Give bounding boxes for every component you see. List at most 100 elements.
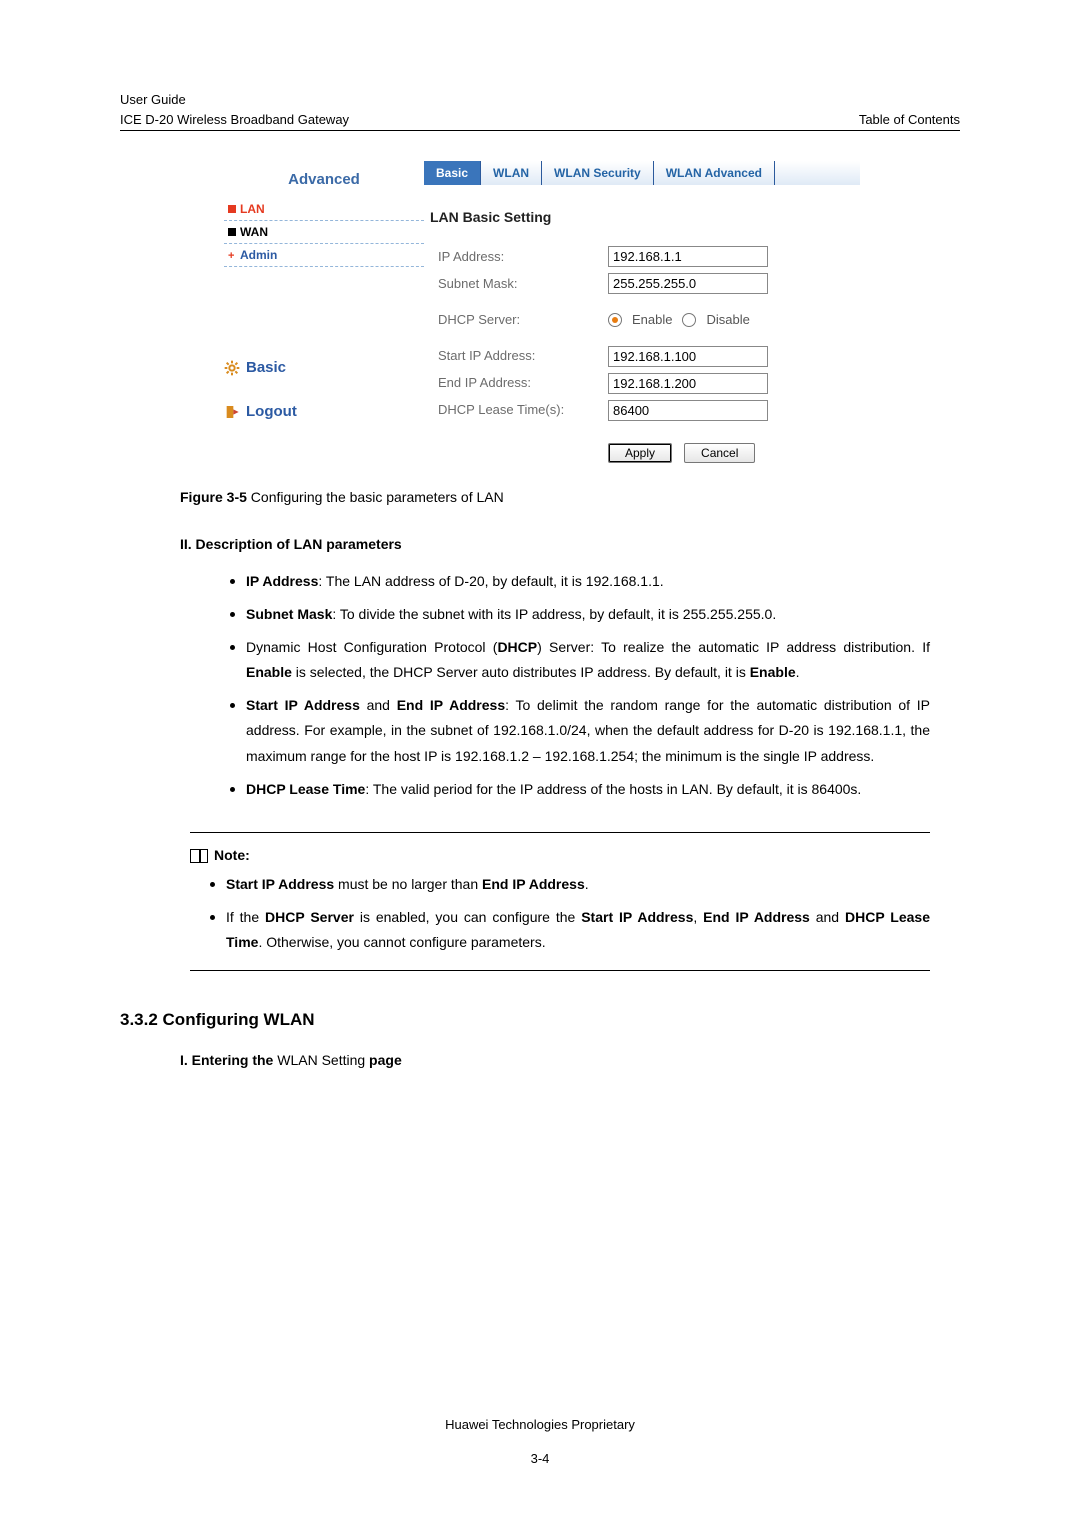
input-lease-time[interactable]	[608, 400, 768, 421]
row-ip: IP Address:	[438, 246, 860, 267]
router-ui-screenshot: Advanced LAN WAN +Admin Basic Logout Bas…	[220, 161, 860, 463]
figure-text: Configuring the basic parameters of LAN	[247, 489, 504, 505]
desc: ,	[693, 909, 703, 925]
row-lease: DHCP Lease Time(s):	[438, 400, 860, 421]
label-subnet-mask: Subnet Mask:	[438, 274, 608, 294]
heading-I: I. Entering the WLAN Setting page	[180, 1050, 960, 1071]
input-subnet-mask[interactable]	[608, 273, 768, 294]
list-item: Start IP Address and End IP Address: To …	[230, 693, 930, 769]
desc: : The LAN address of D-20, by default, i…	[318, 573, 663, 589]
row-end-ip: End IP Address:	[438, 373, 860, 394]
gear-icon	[224, 360, 240, 376]
desc: is enabled, you can configure the	[354, 909, 581, 925]
header-rule	[120, 130, 960, 131]
label-ip-address: IP Address:	[438, 247, 608, 267]
term: DHCP Server	[265, 909, 354, 925]
logout-icon	[224, 404, 240, 420]
header-title-2: ICE D-20 Wireless Broadband Gateway	[120, 110, 349, 130]
cancel-button[interactable]: Cancel	[684, 443, 755, 463]
row-start-ip: Start IP Address:	[438, 346, 860, 367]
row-mask: Subnet Mask:	[438, 273, 860, 294]
desc: : To divide the subnet with its IP addre…	[332, 606, 776, 622]
term: End IP Address	[482, 876, 585, 892]
radio-disable-label: Disable	[706, 310, 749, 330]
note-label-text: Note:	[214, 845, 250, 866]
radio-enable-label: Enable	[632, 310, 672, 330]
footer-proprietary: Huawei Technologies Proprietary	[0, 1415, 1080, 1435]
note-heading: Note:	[190, 845, 960, 866]
label-start-ip: Start IP Address:	[438, 346, 608, 366]
button-row: Apply Cancel	[608, 443, 860, 463]
header-right: Table of Contents	[859, 110, 960, 130]
label-dhcp-server: DHCP Server:	[438, 310, 608, 330]
desc: . Otherwise, you cannot configure parame…	[258, 934, 545, 950]
tab-wlan-security[interactable]: WLAN Security	[542, 161, 654, 185]
desc: is selected, the DHCP Server auto distri…	[292, 664, 750, 680]
list-item: DHCP Lease Time: The valid period for th…	[230, 777, 930, 802]
note-rule-bottom	[190, 970, 930, 971]
tab-label: Basic	[436, 164, 468, 182]
tab-basic[interactable]: Basic	[424, 161, 481, 185]
desc: and	[810, 909, 845, 925]
tab-label: WLAN Advanced	[666, 164, 762, 182]
note-rule-top	[190, 832, 930, 833]
panel-title: LAN Basic Setting	[430, 207, 860, 228]
list-item: Subnet Mask: To divide the subnet with i…	[230, 602, 930, 627]
label-end-ip: End IP Address:	[438, 373, 608, 393]
desc: must be no larger than	[334, 876, 482, 892]
sidebar-logout-link[interactable]: Logout	[224, 401, 424, 424]
term: End IP Address	[703, 909, 810, 925]
desc: .	[796, 664, 800, 680]
term: Start IP Address	[581, 909, 693, 925]
term: DHCP Lease Time	[246, 781, 365, 797]
sidebar-basic-link[interactable]: Basic	[224, 357, 424, 380]
figure-number: Figure 3-5	[180, 489, 247, 505]
basic-link-label: Basic	[246, 357, 286, 380]
tab-wlan-advanced[interactable]: WLAN Advanced	[654, 161, 775, 185]
tab-spacer	[775, 161, 860, 185]
input-ip-address[interactable]	[608, 246, 768, 267]
square-icon	[228, 205, 236, 213]
term: End IP Address	[397, 697, 505, 713]
h4-part: page	[365, 1052, 402, 1068]
term: Start IP Address	[246, 697, 360, 713]
sidebar-item-lan[interactable]: LAN	[224, 198, 424, 221]
tab-wlan[interactable]: WLAN	[481, 161, 542, 185]
input-start-ip[interactable]	[608, 346, 768, 367]
book-icon	[190, 849, 208, 863]
list-item: Start IP Address must be no larger than …	[210, 872, 930, 897]
header-title-1: User Guide	[120, 90, 349, 110]
sidebar-item-admin[interactable]: +Admin	[224, 244, 424, 267]
main-panel: Basic WLAN WLAN Security WLAN Advanced L…	[424, 161, 860, 463]
h4-part: WLAN Setting	[277, 1052, 365, 1068]
figure-caption: Figure 3-5 Configuring the basic paramet…	[180, 487, 960, 508]
sidebar-item-wan[interactable]: WAN	[224, 221, 424, 244]
term: Start IP Address	[226, 876, 334, 892]
square-icon	[228, 228, 236, 236]
page-header: User Guide ICE D-20 Wireless Broadband G…	[120, 90, 960, 129]
desc: and	[360, 697, 397, 713]
row-dhcp: DHCP Server: Enable Disable	[438, 310, 860, 330]
list-item: If the DHCP Server is enabled, you can c…	[210, 905, 930, 955]
plus-icon: +	[228, 252, 236, 260]
desc: : The valid period for the IP address of…	[365, 781, 861, 797]
logout-link-label: Logout	[246, 401, 297, 424]
page-footer: Huawei Technologies Proprietary 3-4	[0, 1415, 1080, 1468]
tab-label: WLAN	[493, 164, 529, 182]
sidebar-item-label: WAN	[240, 225, 268, 239]
tab-label: WLAN Security	[554, 164, 641, 182]
apply-button[interactable]: Apply	[608, 443, 672, 463]
section-heading-2: II. Description of LAN parameters	[180, 534, 960, 555]
radio-disable[interactable]	[682, 313, 696, 327]
sidebar: Advanced LAN WAN +Admin Basic Logout	[220, 161, 424, 463]
radio-enable[interactable]	[608, 313, 622, 327]
desc: ) Server: To realize the automatic IP ad…	[537, 639, 930, 655]
term: Subnet Mask	[246, 606, 332, 622]
label-lease-time: DHCP Lease Time(s):	[438, 400, 608, 420]
list-item: IP Address: The LAN address of D-20, by …	[230, 569, 930, 594]
input-end-ip[interactable]	[608, 373, 768, 394]
term: Enable	[750, 664, 796, 680]
desc: If the	[226, 909, 265, 925]
sidebar-title-advanced: Advanced	[224, 169, 424, 192]
list-item: Dynamic Host Configuration Protocol (DHC…	[230, 635, 930, 685]
